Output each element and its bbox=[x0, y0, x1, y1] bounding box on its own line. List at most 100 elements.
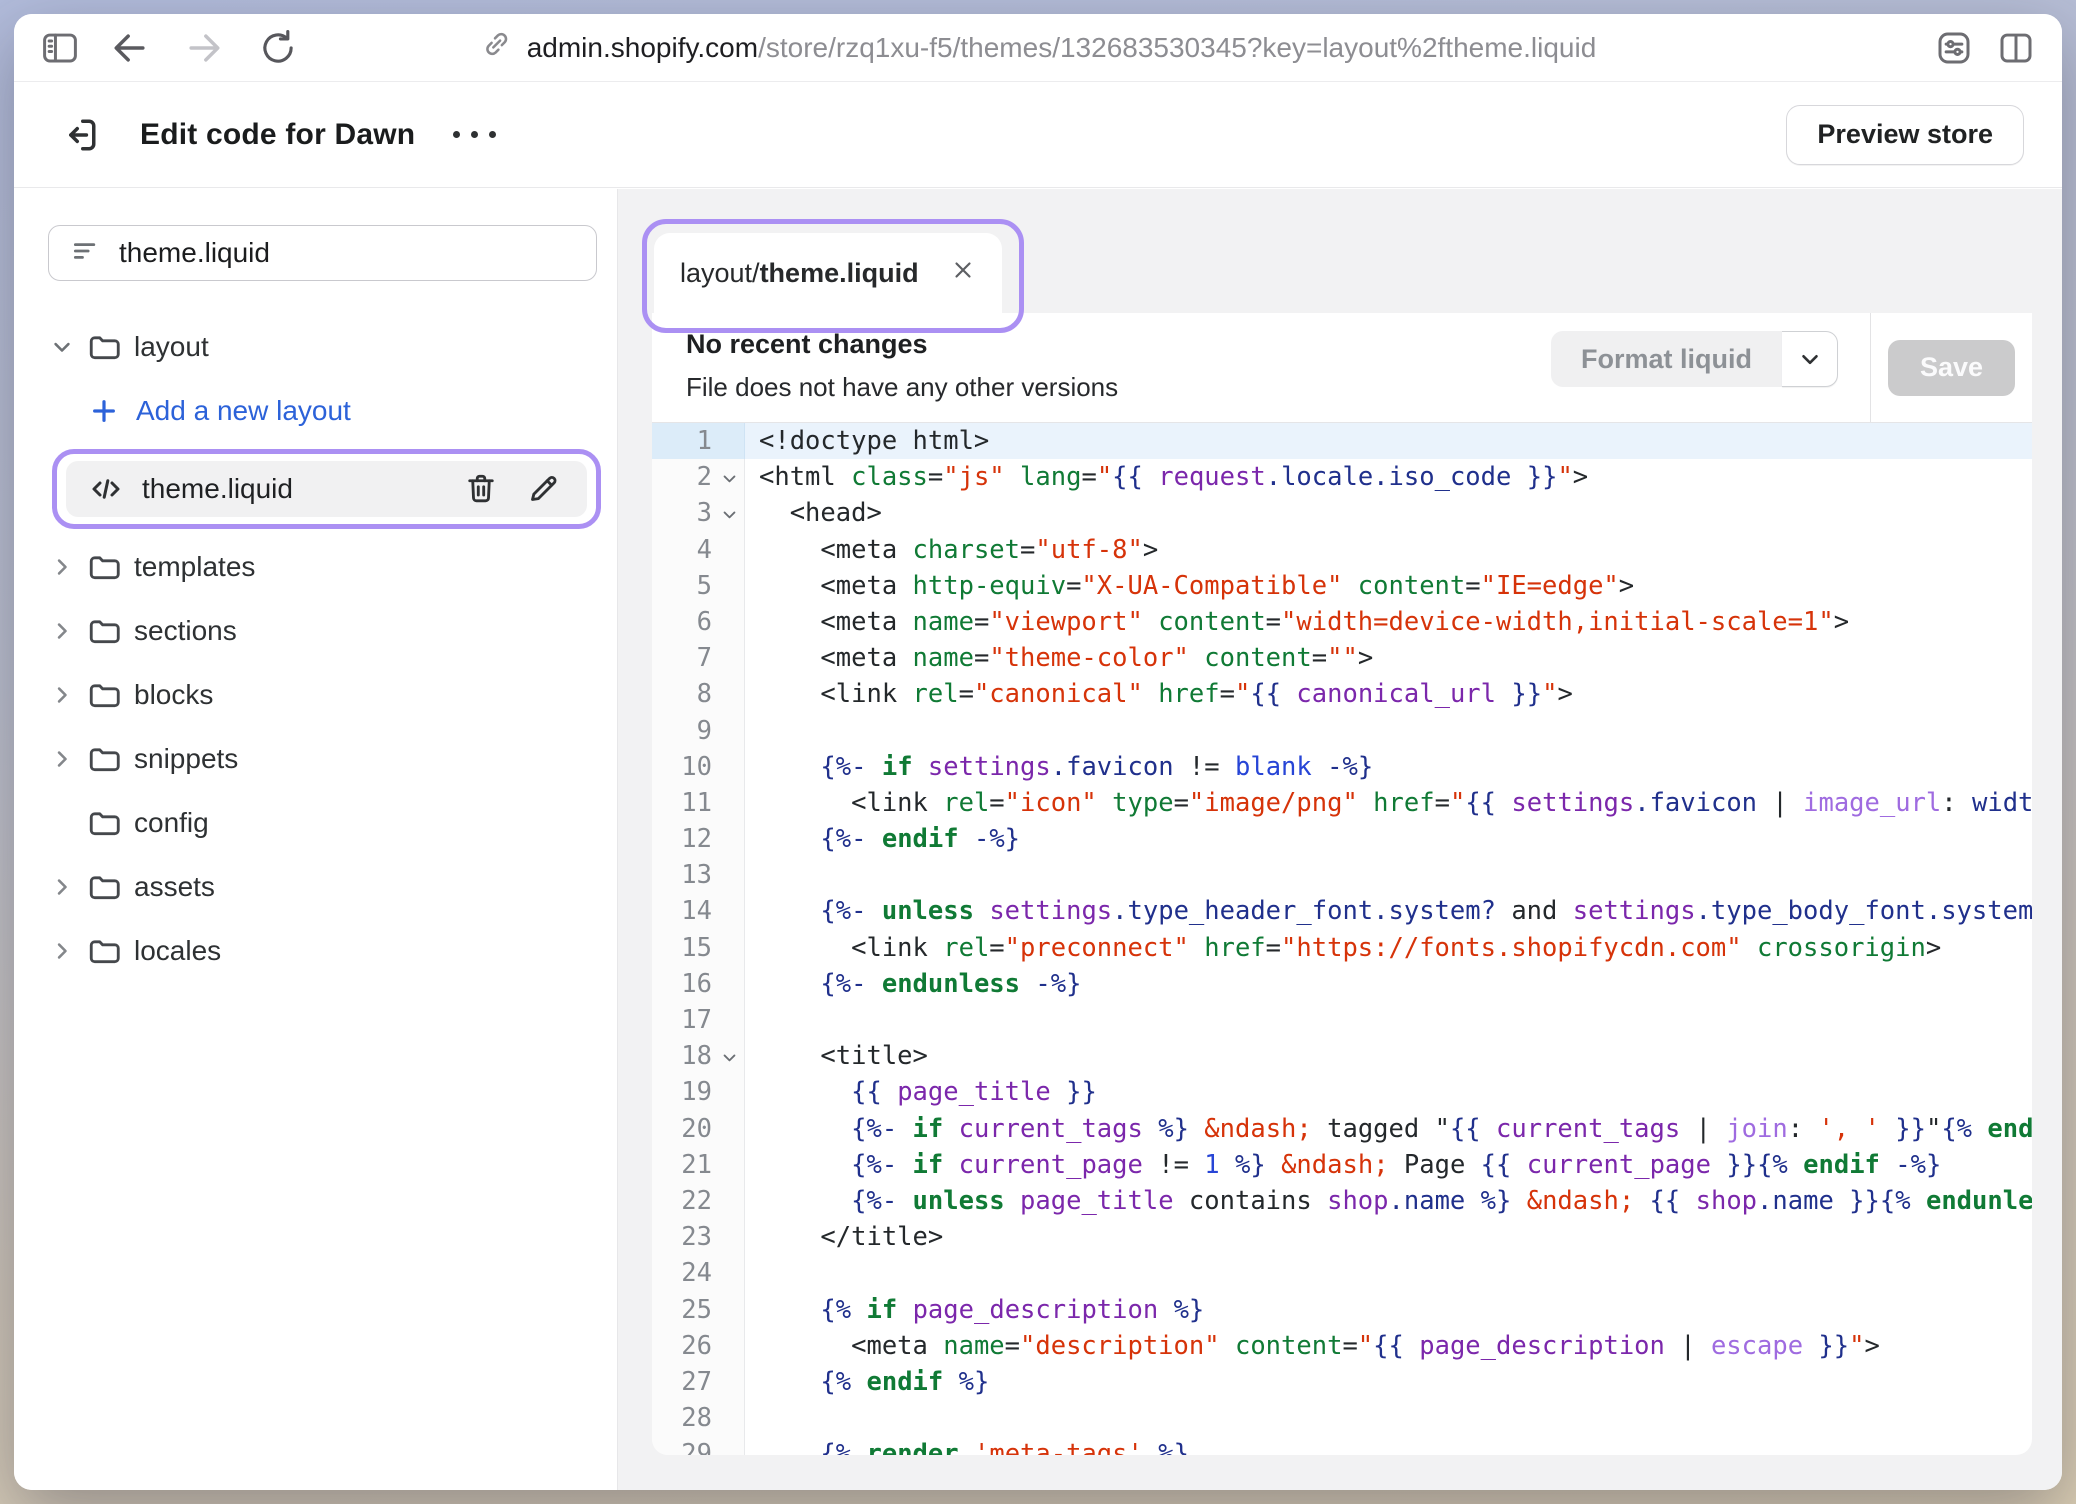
sidebar-item-config[interactable]: config bbox=[48, 791, 601, 855]
sidebar-item-snippets[interactable]: snippets bbox=[48, 727, 601, 791]
code-text[interactable]: <link rel="icon" type="image/png" href="… bbox=[745, 785, 2032, 821]
code-text[interactable]: {%- unless settings.type_header_font.sys… bbox=[745, 893, 2032, 929]
code-line[interactable]: 2<html class="js" lang="{{ request.local… bbox=[652, 459, 2032, 495]
file-filter-input[interactable]: theme.liquid bbox=[48, 225, 597, 281]
chevron-right-icon[interactable] bbox=[48, 553, 76, 581]
code-text[interactable]: <meta name="viewport" content="width=dev… bbox=[745, 604, 2032, 640]
code-line[interactable]: 15 <link rel="preconnect" href="https://… bbox=[652, 930, 2032, 966]
code-text[interactable] bbox=[745, 1255, 2032, 1291]
code-line[interactable]: 24 bbox=[652, 1255, 2032, 1291]
forward-button[interactable] bbox=[178, 22, 230, 74]
code-text[interactable]: <meta name="description" content="{{ pag… bbox=[745, 1328, 2032, 1364]
code-line[interactable]: 29 {% render 'meta-tags' %} bbox=[652, 1436, 2032, 1455]
chevron-down-icon[interactable] bbox=[48, 333, 76, 361]
fold-toggle-icon[interactable] bbox=[721, 498, 738, 534]
code-text[interactable]: {%- if current_page != 1 %} &ndash; Page… bbox=[745, 1147, 2032, 1183]
page-settings-icon[interactable] bbox=[1928, 22, 1980, 74]
close-tab-icon[interactable] bbox=[950, 257, 976, 290]
code-line[interactable]: 26 <meta name="description" content="{{ … bbox=[652, 1328, 2032, 1364]
chevron-right-icon[interactable] bbox=[48, 617, 76, 645]
code-line[interactable]: 14 {%- unless settings.type_header_font.… bbox=[652, 893, 2032, 929]
code-text[interactable] bbox=[745, 1400, 2032, 1436]
code-text[interactable]: {%- if settings.favicon != blank -%} bbox=[745, 749, 2032, 785]
code-line[interactable]: 11 <link rel="icon" type="image/png" hre… bbox=[652, 785, 2032, 821]
code-line[interactable]: 18 <title> bbox=[652, 1038, 2032, 1074]
code-text[interactable]: <link rel="preconnect" href="https://fon… bbox=[745, 930, 2032, 966]
sidebar-item-blocks[interactable]: blocks bbox=[48, 663, 601, 727]
code-text[interactable]: <head> bbox=[745, 495, 2032, 531]
fold-toggle-icon[interactable] bbox=[721, 461, 738, 497]
chevron-right-icon[interactable] bbox=[48, 937, 76, 965]
code-line[interactable]: 10 {%- if settings.favicon != blank -%} bbox=[652, 749, 2032, 785]
code-line[interactable]: 3 <head> bbox=[652, 495, 2032, 531]
code-text[interactable]: {% render 'meta-tags' %} bbox=[745, 1436, 2032, 1455]
code-text[interactable]: {%- endif -%} bbox=[745, 821, 2032, 857]
folder-label: config bbox=[134, 807, 209, 839]
more-actions-icon[interactable] bbox=[453, 115, 496, 155]
code-line[interactable]: 1<!doctype html> bbox=[652, 423, 2032, 459]
reload-button[interactable] bbox=[252, 22, 304, 74]
format-dropdown-button[interactable] bbox=[1782, 331, 1838, 387]
sidebar-toggle-icon[interactable] bbox=[34, 22, 86, 74]
line-number: 9 bbox=[652, 713, 745, 749]
sidebar-item-templates[interactable]: templates bbox=[48, 535, 601, 599]
sidebar-item-sections[interactable]: sections bbox=[48, 599, 601, 663]
trash-button[interactable] bbox=[459, 467, 503, 511]
chevron-right-icon[interactable] bbox=[48, 681, 76, 709]
code-line[interactable]: 9 bbox=[652, 713, 2032, 749]
code-text[interactable]: </title> bbox=[745, 1219, 2032, 1255]
format-liquid-button[interactable]: Format liquid bbox=[1551, 331, 1838, 387]
tab-theme-liquid[interactable]: layout/theme.liquid bbox=[654, 233, 1002, 314]
sidebar-item-layout[interactable]: layout bbox=[48, 315, 601, 379]
pencil-button[interactable] bbox=[521, 467, 565, 511]
code-line[interactable]: 28 bbox=[652, 1400, 2032, 1436]
save-button[interactable]: Save bbox=[1888, 340, 2015, 396]
code-line[interactable]: 21 {%- if current_page != 1 %} &ndash; P… bbox=[652, 1147, 2032, 1183]
code-text[interactable] bbox=[745, 857, 2032, 893]
code-text[interactable]: <meta http-equiv="X-UA-Compatible" conte… bbox=[745, 568, 2032, 604]
code-text[interactable]: {% endif %} bbox=[745, 1364, 2032, 1400]
sidebar-item-assets[interactable]: assets bbox=[48, 855, 601, 919]
code-line[interactable]: 5 <meta http-equiv="X-UA-Compatible" con… bbox=[652, 568, 2032, 604]
add-layout-button[interactable]: Add a new layout bbox=[48, 379, 601, 443]
code-text[interactable]: <link rel="canonical" href="{{ canonical… bbox=[745, 676, 2032, 712]
sidebar-item-theme-liquid[interactable]: theme.liquid bbox=[66, 461, 587, 517]
code-text[interactable]: <meta charset="utf-8"> bbox=[745, 532, 2032, 568]
code-line[interactable]: 20 {%- if current_tags %} &ndash; tagged… bbox=[652, 1111, 2032, 1147]
code-line[interactable]: 13 bbox=[652, 857, 2032, 893]
code-editor[interactable]: 1<!doctype html>2<html class="js" lang="… bbox=[652, 423, 2032, 1455]
chevron-right-icon[interactable] bbox=[48, 873, 76, 901]
code-text[interactable]: {%- endunless -%} bbox=[745, 966, 2032, 1002]
code-line[interactable]: 22 {%- unless page_title contains shop.n… bbox=[652, 1183, 2032, 1219]
code-line[interactable]: 8 <link rel="canonical" href="{{ canonic… bbox=[652, 676, 2032, 712]
code-line[interactable]: 7 <meta name="theme-color" content=""> bbox=[652, 640, 2032, 676]
code-text[interactable]: <title> bbox=[745, 1038, 2032, 1074]
code-line[interactable]: 27 {% endif %} bbox=[652, 1364, 2032, 1400]
code-text[interactable]: {%- if current_tags %} &ndash; tagged "{… bbox=[745, 1111, 2032, 1147]
sidebar-item-locales[interactable]: locales bbox=[48, 919, 601, 983]
fold-toggle-icon[interactable] bbox=[721, 1040, 738, 1076]
code-line[interactable]: 17 bbox=[652, 1002, 2032, 1038]
code-text[interactable]: {%- unless page_title contains shop.name… bbox=[745, 1183, 2032, 1219]
code-line[interactable]: 6 <meta name="viewport" content="width=d… bbox=[652, 604, 2032, 640]
address-bar[interactable]: admin.shopify.com/store/rzq1xu-f5/themes… bbox=[480, 14, 1597, 81]
code-text[interactable]: <meta name="theme-color" content=""> bbox=[745, 640, 2032, 676]
code-text[interactable] bbox=[745, 713, 2032, 749]
format-liquid-label[interactable]: Format liquid bbox=[1551, 331, 1782, 387]
exit-editor-icon[interactable] bbox=[58, 113, 102, 157]
back-button[interactable] bbox=[104, 22, 156, 74]
code-text[interactable]: <!doctype html> bbox=[745, 423, 2032, 459]
code-line[interactable]: 19 {{ page_title }} bbox=[652, 1074, 2032, 1110]
code-line[interactable]: 12 {%- endif -%} bbox=[652, 821, 2032, 857]
code-line[interactable]: 23 </title> bbox=[652, 1219, 2032, 1255]
code-text[interactable]: <html class="js" lang="{{ request.locale… bbox=[745, 459, 2032, 495]
code-text[interactable]: {{ page_title }} bbox=[745, 1074, 2032, 1110]
code-text[interactable] bbox=[745, 1002, 2032, 1038]
preview-store-button[interactable]: Preview store bbox=[1786, 105, 2024, 165]
code-text[interactable]: {% if page_description %} bbox=[745, 1292, 2032, 1328]
code-line[interactable]: 16 {%- endunless -%} bbox=[652, 966, 2032, 1002]
code-line[interactable]: 4 <meta charset="utf-8"> bbox=[652, 532, 2032, 568]
chevron-right-icon[interactable] bbox=[48, 745, 76, 773]
code-line[interactable]: 25 {% if page_description %} bbox=[652, 1292, 2032, 1328]
split-view-icon[interactable] bbox=[1990, 22, 2042, 74]
